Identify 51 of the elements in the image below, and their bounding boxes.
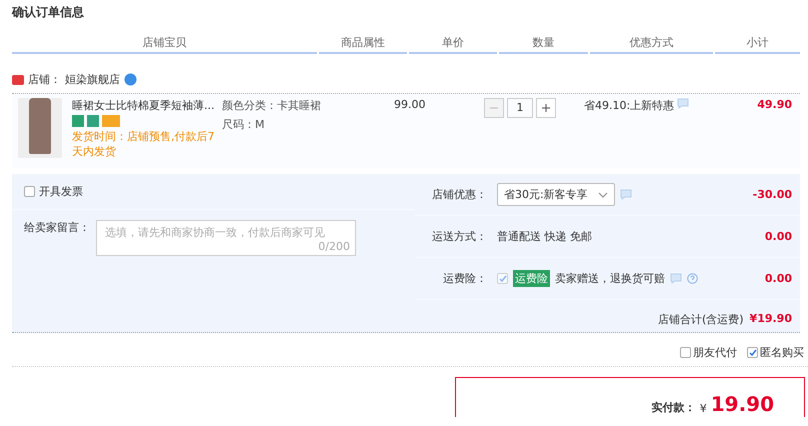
shop-label: 店铺：	[28, 72, 61, 87]
column-header: 店铺宝贝	[12, 35, 317, 54]
quantity-field[interactable]: 1	[507, 98, 533, 118]
product-title[interactable]: 睡裙女士比特棉夏季短袖薄...	[72, 98, 222, 113]
option-label: 运送方式：	[431, 229, 488, 244]
increase-button[interactable]	[536, 98, 556, 118]
unit-price: 99.00	[393, 98, 426, 113]
shop-total-label: 店铺合计(含运费)	[658, 312, 744, 327]
subtotal: 49.90	[756, 98, 793, 113]
invoice-label: 开具发票	[39, 184, 83, 199]
option-checkbox-label: 匿名购买	[760, 345, 804, 360]
invoice-checkbox[interactable]	[24, 186, 35, 197]
product-attribute: 尺码：M	[222, 117, 266, 132]
plus-icon	[541, 103, 551, 113]
chat-icon[interactable]	[670, 273, 682, 284]
column-header: 小计	[715, 35, 800, 54]
character-counter: 0/200	[318, 240, 350, 253]
option-checkbox[interactable]	[680, 347, 691, 358]
coupon-select[interactable]: 省30元:新客专享	[497, 183, 615, 206]
shop-badge-icon	[12, 74, 24, 84]
product-photo[interactable]	[18, 98, 62, 158]
option-label: 运费险：	[442, 271, 488, 286]
shipping-note: 发货时间：店铺预售,付款后7天内发货	[72, 129, 216, 159]
section-title: 确认订单信息	[10, 4, 85, 21]
option-value: 卖家赠送，退换货可赔	[555, 271, 665, 286]
product-attribute: 颜色分类：卡其睡裙	[222, 98, 322, 113]
shop-total-value: ¥19.90	[750, 312, 792, 327]
caret-icon	[598, 192, 608, 198]
chat-icon[interactable]	[620, 189, 632, 200]
currency-symbol: ¥	[700, 402, 707, 415]
column-header: 优惠方式	[590, 35, 714, 54]
decrease-button[interactable]	[484, 98, 504, 118]
option-amount: 0.00	[764, 272, 793, 285]
help-icon[interactable]	[687, 273, 698, 284]
option-value: 普通配送 快递 免邮	[497, 229, 592, 244]
option-checkbox-label: 朋友代付	[693, 345, 737, 360]
column-header: 商品属性	[318, 35, 407, 54]
column-header: 数量	[499, 35, 588, 54]
column-header: 单价	[408, 35, 498, 54]
promotion-text: 省49.10:上新特惠	[584, 98, 674, 113]
insurance-checkbox[interactable]	[497, 273, 508, 284]
shop-name[interactable]: 姮染旗舰店	[65, 72, 120, 87]
chat-icon[interactable]	[677, 98, 690, 109]
option-checkbox[interactable]	[747, 347, 758, 358]
option-label: 店铺优惠：	[431, 187, 488, 202]
payment-label: 实付款：	[652, 400, 696, 415]
option-amount: 0.00	[764, 230, 793, 243]
insurance-badge: 运费险	[513, 270, 550, 287]
option-amount: -30.00	[752, 188, 793, 201]
payment-amount: 19.90	[710, 393, 774, 415]
message-label: 给卖家留言：	[24, 220, 90, 235]
